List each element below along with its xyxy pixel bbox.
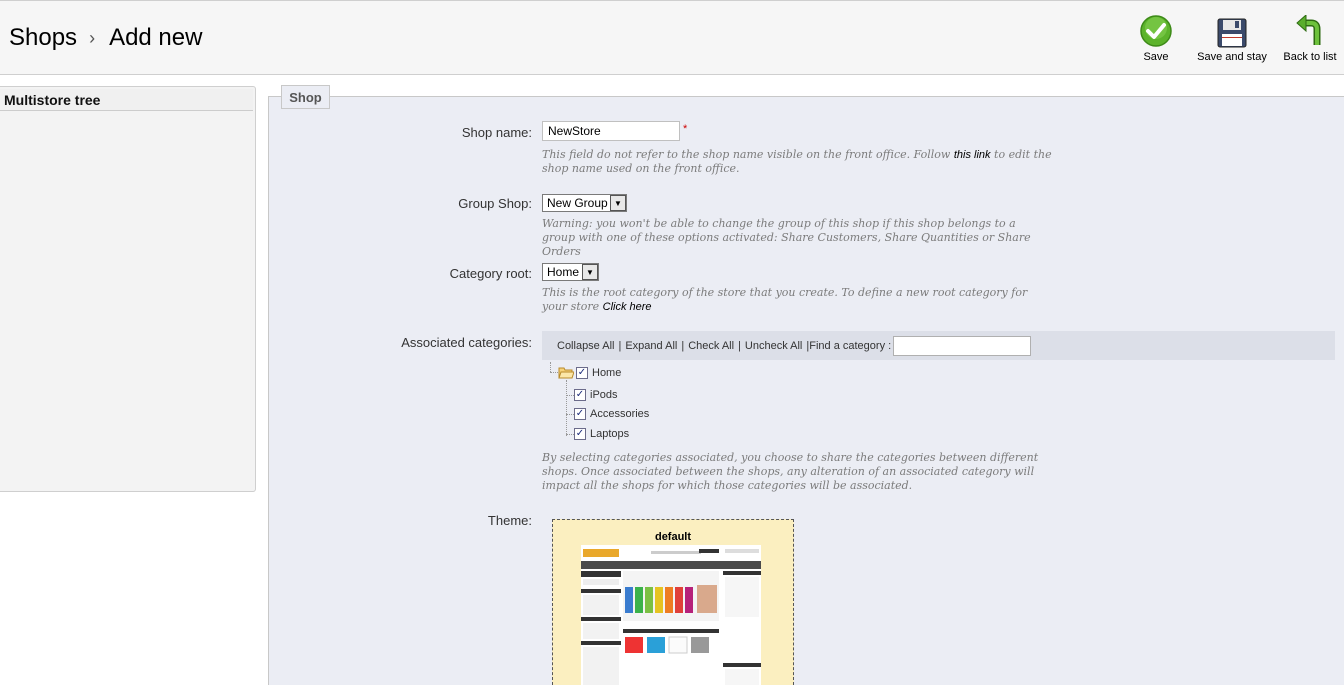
group-shop-label: Group Shop:: [458, 196, 532, 211]
page-header: Shops › Add new Save Save and stay Back …: [0, 0, 1344, 75]
breadcrumb: Shops › Add new: [9, 24, 202, 52]
multistore-tree-panel: Multistore tree: [0, 86, 256, 492]
shop-name-label: Shop name:: [461, 125, 532, 140]
required-mark: *: [683, 123, 688, 135]
home-checkbox[interactable]: ✓: [576, 366, 588, 379]
category-root-select[interactable]: Home ▼: [542, 263, 599, 281]
accessories-checkbox[interactable]: ✓: [574, 408, 586, 420]
category-tree-toolbar: Collapse All | Expand All | Check All | Unchec…: [542, 331, 1335, 360]
breadcrumb-current: Add new: [109, 24, 203, 51]
find-category-input[interactable]: [893, 336, 1031, 356]
group-shop-selected: New Group: [547, 196, 608, 210]
associated-categories-hint: By selecting categories associated, you …: [542, 451, 1039, 492]
tree-node-label: Laptops: [590, 428, 630, 440]
ipods-checkbox[interactable]: ✓: [574, 389, 586, 401]
tree-node-accessories[interactable]: ✓ Accessories: [574, 408, 649, 420]
theme-label: Theme:: [487, 513, 532, 528]
back-arrow-icon: [1296, 15, 1321, 45]
checkmark-icon: [1140, 15, 1172, 47]
category-root-label: Category root:: [449, 266, 532, 281]
tree-node-label: Home: [592, 366, 622, 379]
multistore-tree-title: Multistore tree: [0, 89, 253, 111]
shop-name-hint-text: This field do not refer to the shop name…: [542, 148, 951, 161]
breadcrumb-parent[interactable]: Shops: [9, 24, 77, 52]
tree-node-label: iPods: [590, 389, 618, 401]
form-legend: Shop: [281, 85, 330, 109]
breadcrumb-separator-icon: ›: [89, 27, 96, 48]
tree-node-label: Accessories: [590, 408, 650, 420]
click-here-link[interactable]: Click here: [603, 301, 652, 313]
expand-all-link[interactable]: Expand All: [625, 340, 677, 352]
category-root-hint: This is the root category of the store t…: [542, 286, 1052, 314]
theme-option-default[interactable]: default: [552, 519, 794, 685]
group-shop-hint: Warning: you won't be able to change the…: [542, 217, 1031, 258]
shop-name-input[interactable]: [542, 121, 680, 141]
shop-name-hint: This field do not refer to the shop name…: [542, 148, 1052, 176]
floppy-disk-icon: [1217, 18, 1247, 48]
open-folder-icon: [558, 367, 574, 379]
theme-preview-image: [581, 545, 761, 685]
tree-node-laptops[interactable]: ✓ Laptops: [574, 428, 629, 440]
find-category-label: Find a category :: [809, 340, 892, 352]
dropdown-arrow-icon: ▼: [582, 264, 598, 280]
save-and-stay-label: Save and stay: [1197, 51, 1267, 63]
associated-categories-label: Associated categories:: [401, 335, 532, 350]
shop-form-panel: [268, 96, 1344, 685]
uncheck-all-link[interactable]: Uncheck All: [745, 340, 802, 352]
collapse-all-link[interactable]: Collapse All: [557, 340, 614, 352]
save-label: Save: [1143, 51, 1169, 63]
theme-name: default: [654, 531, 692, 543]
tree-node-home[interactable]: ✓ Home: [558, 366, 621, 379]
this-link[interactable]: this link: [954, 149, 991, 161]
tree-node-ipods[interactable]: ✓ iPods: [574, 389, 618, 401]
dropdown-arrow-icon: ▼: [610, 195, 626, 211]
check-all-link[interactable]: Check All: [688, 340, 734, 352]
laptops-checkbox[interactable]: ✓: [574, 428, 586, 440]
back-to-list-label: Back to list: [1283, 51, 1337, 63]
category-root-selected: Home: [547, 265, 580, 279]
group-shop-select[interactable]: New Group ▼: [542, 194, 627, 212]
